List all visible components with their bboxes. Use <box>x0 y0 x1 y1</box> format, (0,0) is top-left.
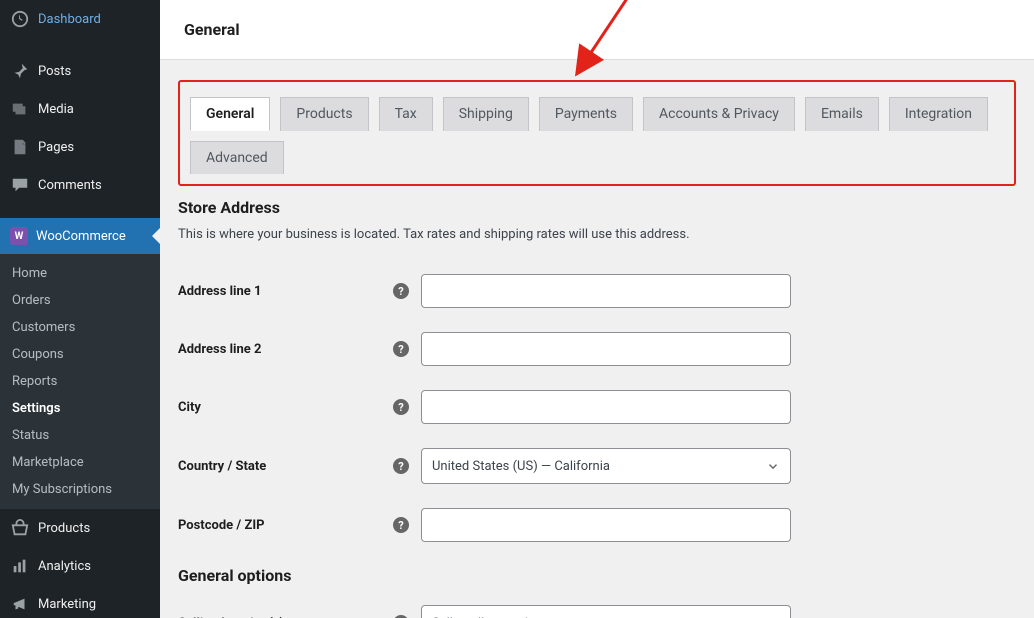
general-options-heading: General options <box>178 566 1016 585</box>
sidebar-item-analytics[interactable]: Analytics <box>0 547 160 585</box>
woocommerce-icon: W <box>10 227 28 245</box>
sub-settings[interactable]: Settings <box>0 395 160 422</box>
help-icon[interactable]: ? <box>393 458 409 474</box>
help-icon[interactable]: ? <box>393 283 409 299</box>
sidebar-label: Posts <box>38 64 71 79</box>
woocommerce-submenu: Home Orders Customers Coupons Reports Se… <box>0 254 160 509</box>
sidebar-label: Marketing <box>38 597 96 612</box>
admin-sidebar: Dashboard Posts Media Pages Comments W W… <box>0 0 160 618</box>
tabs-highlight-box: General Products Tax Shipping Payments A… <box>178 80 1016 186</box>
dashboard-icon <box>10 9 30 29</box>
page-title: General <box>184 20 1010 39</box>
sub-orders[interactable]: Orders <box>0 287 160 314</box>
tab-tax[interactable]: Tax <box>379 97 433 131</box>
postcode-input[interactable] <box>421 508 791 542</box>
settings-tabs: General Products Tax Shipping Payments A… <box>190 97 1004 174</box>
sidebar-item-comments[interactable]: Comments <box>0 166 160 204</box>
sub-coupons[interactable]: Coupons <box>0 341 160 368</box>
sidebar-item-woocommerce[interactable]: W WooCommerce <box>0 218 160 254</box>
tab-accounts-privacy[interactable]: Accounts & Privacy <box>643 97 795 131</box>
country-state-value: United States (US) — California <box>432 459 610 474</box>
country-state-select[interactable]: United States (US) — California <box>421 448 791 484</box>
sidebar-item-dashboard[interactable]: Dashboard <box>0 0 160 38</box>
sidebar-label: Products <box>38 521 90 536</box>
chevron-down-icon <box>766 459 780 473</box>
pin-icon <box>10 61 30 81</box>
label-city: City <box>178 378 393 436</box>
store-address-form: Address line 1 ? Address line 2 ? City ?… <box>178 262 1016 554</box>
tab-shipping[interactable]: Shipping <box>443 97 529 131</box>
sidebar-label: Media <box>38 102 74 117</box>
store-address-heading: Store Address <box>178 198 1016 217</box>
label-country-state: Country / State <box>178 436 393 496</box>
sidebar-item-posts[interactable]: Posts <box>0 52 160 90</box>
help-icon[interactable]: ? <box>393 399 409 415</box>
tab-products[interactable]: Products <box>280 97 368 131</box>
sub-customers[interactable]: Customers <box>0 314 160 341</box>
label-selling-location: Selling location(s) <box>178 593 393 618</box>
tab-integration[interactable]: Integration <box>889 97 988 131</box>
sidebar-item-marketing[interactable]: Marketing <box>0 585 160 618</box>
sidebar-item-media[interactable]: Media <box>0 90 160 128</box>
sidebar-label: Analytics <box>38 559 91 574</box>
analytics-icon <box>10 556 30 576</box>
sub-marketplace[interactable]: Marketplace <box>0 449 160 476</box>
sidebar-label: Dashboard <box>38 12 101 27</box>
sidebar-label: WooCommerce <box>36 229 126 244</box>
sidebar-item-products[interactable]: Products <box>0 509 160 547</box>
store-address-desc: This is where your business is located. … <box>178 227 1016 242</box>
marketing-icon <box>10 594 30 614</box>
tab-emails[interactable]: Emails <box>805 97 879 131</box>
tab-advanced[interactable]: Advanced <box>190 141 284 174</box>
label-address2: Address line 2 <box>178 320 393 378</box>
page-header: General <box>160 0 1034 60</box>
sub-reports[interactable]: Reports <box>0 368 160 395</box>
address1-input[interactable] <box>421 274 791 308</box>
tab-payments[interactable]: Payments <box>539 97 633 131</box>
sub-home[interactable]: Home <box>0 260 160 287</box>
city-input[interactable] <box>421 390 791 424</box>
address2-input[interactable] <box>421 332 791 366</box>
comments-icon <box>10 175 30 195</box>
main-content: General General Products Tax Shipping Pa… <box>160 0 1034 618</box>
tab-general[interactable]: General <box>190 97 270 131</box>
label-address1: Address line 1 <box>178 262 393 320</box>
sidebar-label: Comments <box>38 178 102 193</box>
selling-location-select[interactable]: Sell to all countries <box>421 605 791 618</box>
sidebar-label: Pages <box>38 140 74 155</box>
pages-icon <box>10 137 30 157</box>
sidebar-item-pages[interactable]: Pages <box>0 128 160 166</box>
products-icon <box>10 518 30 538</box>
label-postcode: Postcode / ZIP <box>178 496 393 554</box>
sub-status[interactable]: Status <box>0 422 160 449</box>
help-icon[interactable]: ? <box>393 341 409 357</box>
help-icon[interactable]: ? <box>393 517 409 533</box>
general-options-form: Selling location(s) ? Sell to all countr… <box>178 593 1016 618</box>
sub-my-subscriptions[interactable]: My Subscriptions <box>0 476 160 503</box>
media-icon <box>10 99 30 119</box>
